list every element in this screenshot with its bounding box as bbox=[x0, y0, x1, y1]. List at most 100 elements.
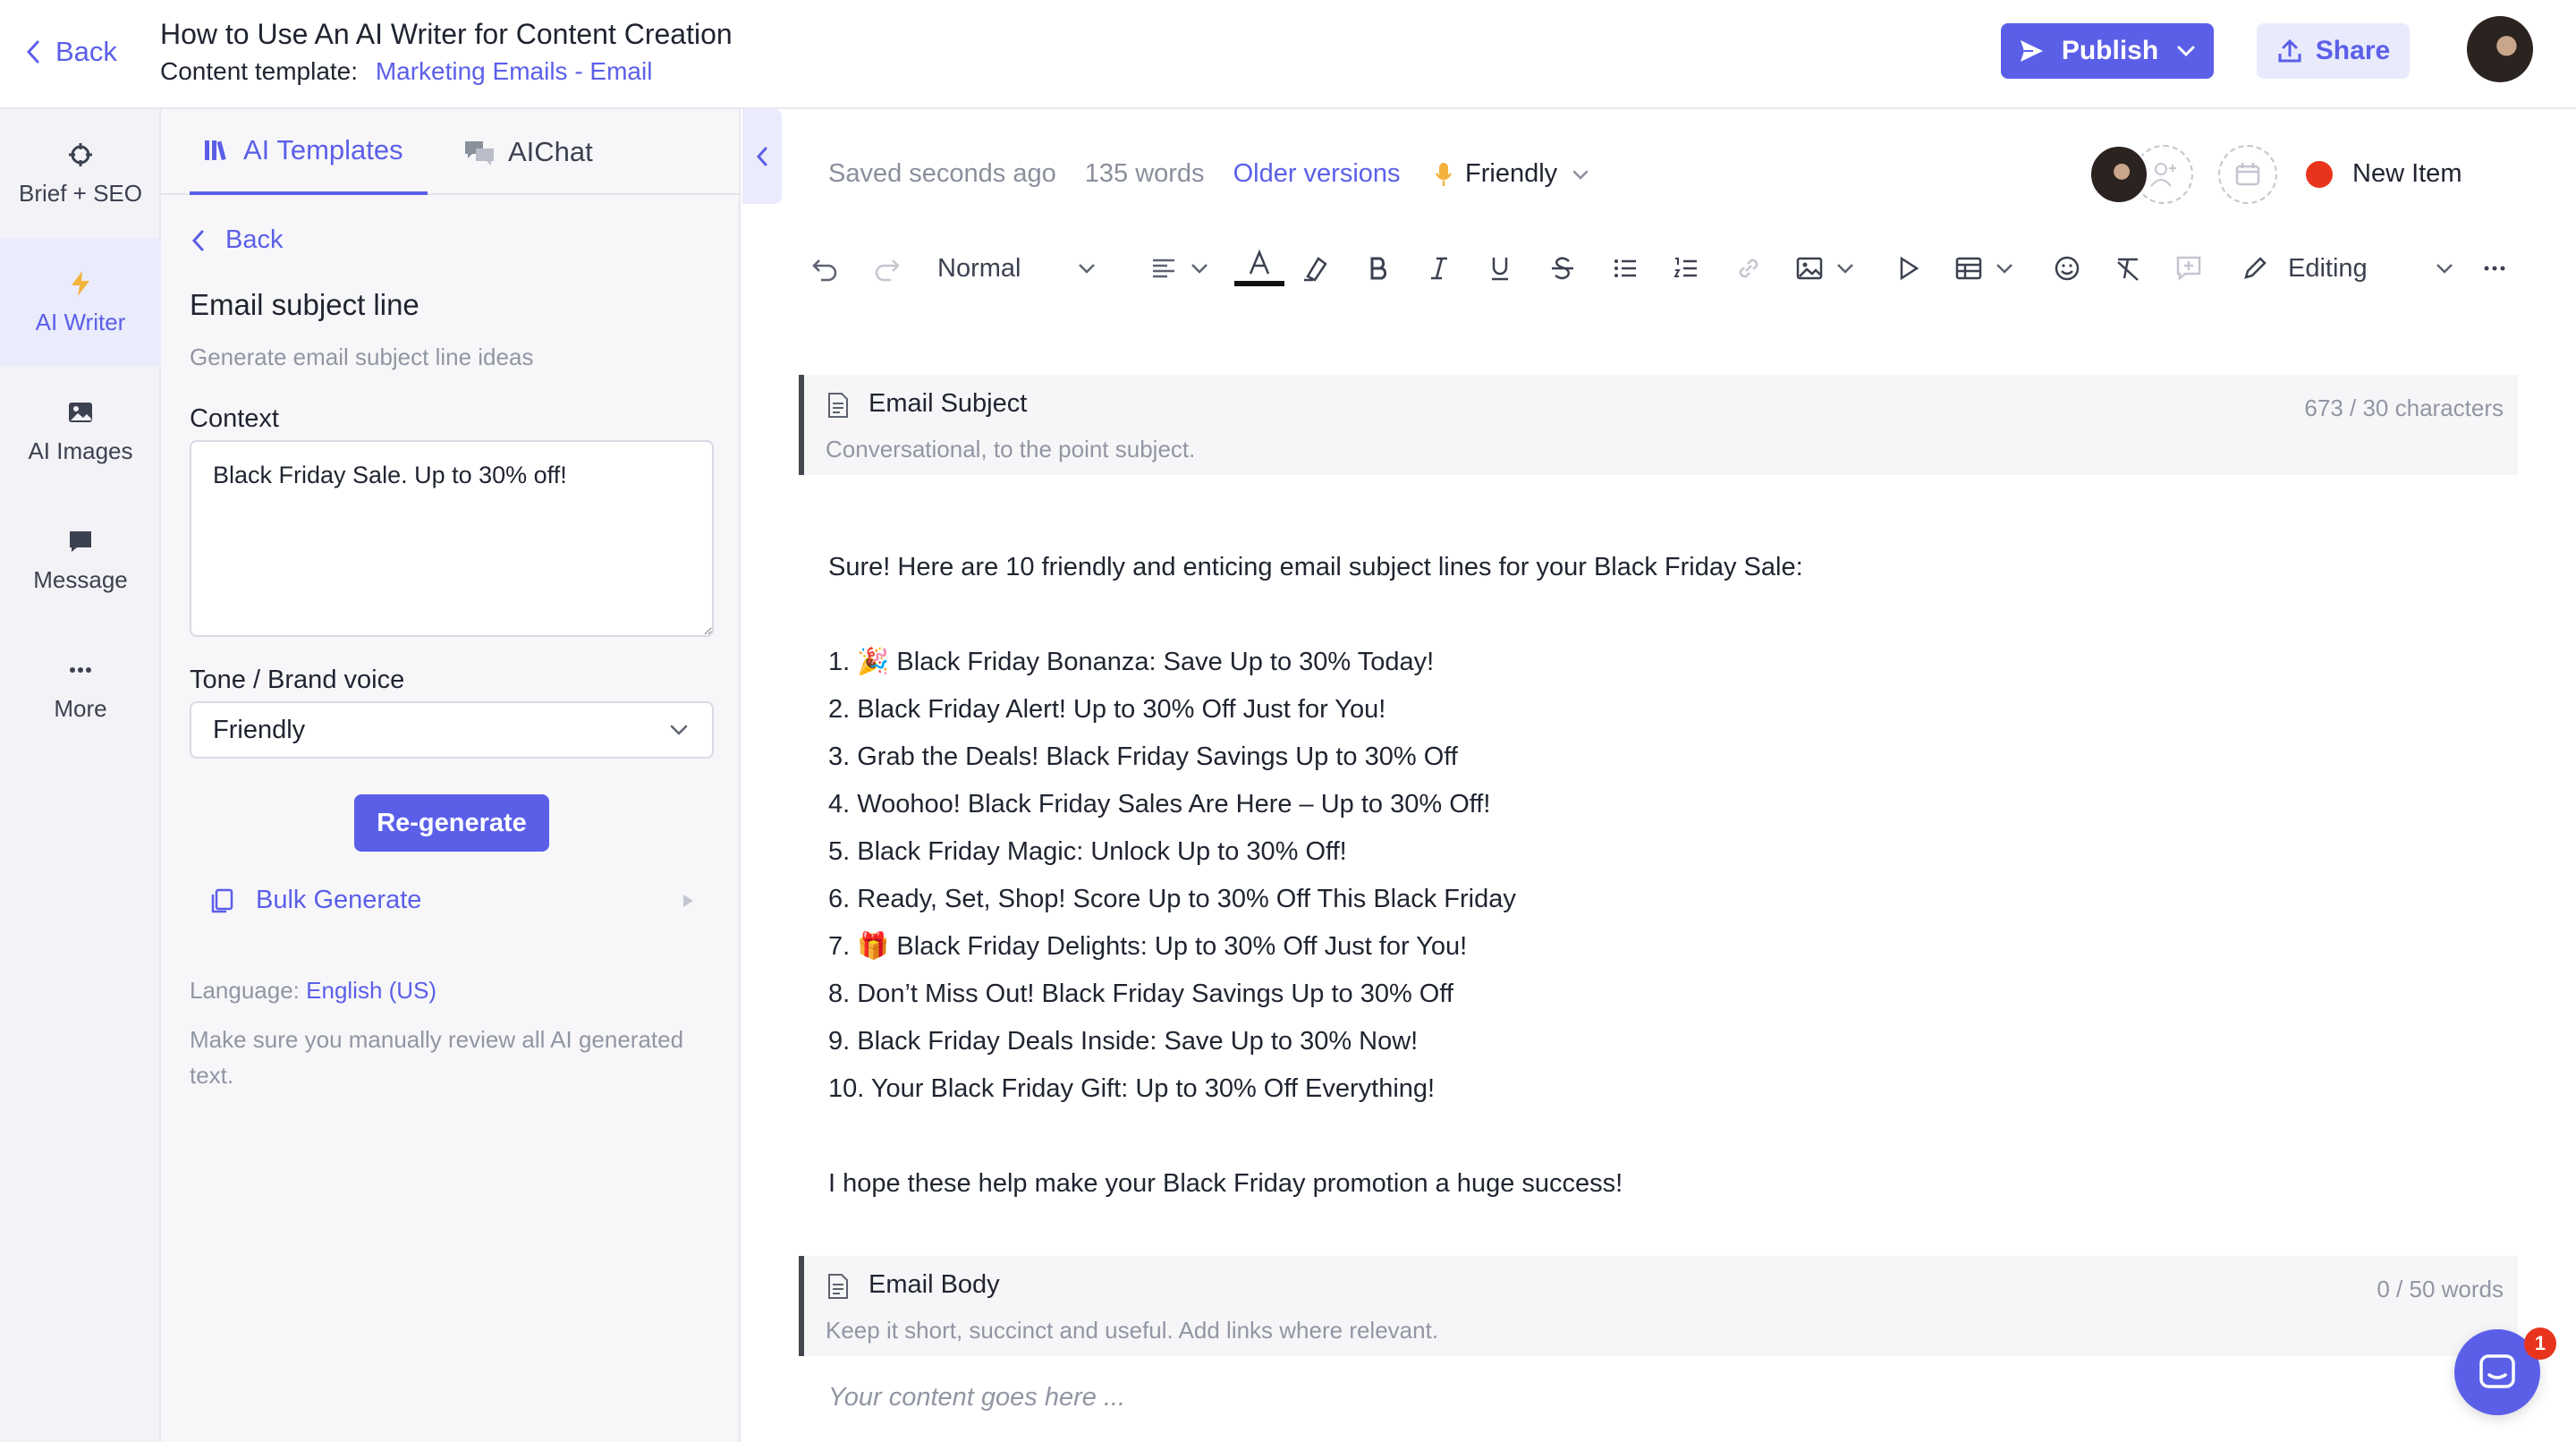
copy-icon bbox=[211, 888, 233, 912]
schedule-button[interactable] bbox=[2218, 145, 2277, 204]
rail-item-brief-seo[interactable]: Brief + SEO bbox=[0, 109, 161, 238]
add-user-icon bbox=[2150, 163, 2176, 187]
more-options-button[interactable] bbox=[2479, 250, 2510, 286]
language-value[interactable]: English (US) bbox=[306, 977, 436, 1004]
align-left-icon bbox=[1153, 259, 1174, 278]
undo-button[interactable] bbox=[810, 250, 841, 286]
rail-item-ai-writer[interactable]: AI Writer bbox=[0, 238, 161, 367]
chat-icon bbox=[2479, 1354, 2515, 1388]
tone-dropdown[interactable]: Friendly bbox=[1435, 159, 1591, 189]
table-icon bbox=[1955, 257, 1982, 280]
highlight-button[interactable] bbox=[1301, 250, 1331, 286]
rail-label: More bbox=[54, 694, 107, 722]
status-new-item[interactable]: New Item bbox=[2306, 159, 2462, 189]
upload-icon bbox=[2278, 38, 2301, 63]
ai-templates-panel: AI Templates AIChat Back Email subject l… bbox=[161, 109, 741, 1442]
tab-aichat[interactable]: AIChat bbox=[463, 109, 593, 195]
left-rail: Brief + SEO AI Writer AI Images Message … bbox=[0, 109, 161, 1442]
media-button[interactable] bbox=[1893, 250, 1923, 286]
link-icon bbox=[1739, 259, 1758, 278]
notification-badge: 1 bbox=[2524, 1327, 2556, 1360]
chevron-left-icon bbox=[26, 40, 39, 64]
older-versions-link[interactable]: Older versions bbox=[1233, 159, 1401, 189]
body-placeholder[interactable]: Your content goes here ... bbox=[828, 1383, 1125, 1412]
email-body-block[interactable]: Email Body Keep it short, succinct and u… bbox=[799, 1256, 2518, 1356]
editor-status: Saved seconds ago 135 words Older versio… bbox=[828, 159, 1401, 189]
align-dropdown[interactable] bbox=[1148, 250, 1211, 286]
text-color-button[interactable] bbox=[1234, 249, 1284, 286]
saved-status: Saved seconds ago bbox=[828, 159, 1056, 188]
redo-button[interactable] bbox=[871, 250, 902, 286]
bullet-list-button[interactable] bbox=[1610, 250, 1640, 286]
list-item: 9. Black Friday Deals Inside: Save Up to… bbox=[828, 1027, 1419, 1056]
comment-button[interactable] bbox=[2174, 250, 2204, 286]
publish-button[interactable]: Publish bbox=[2001, 23, 2214, 79]
email-subject-block[interactable]: Email Subject Conversational, to the poi… bbox=[799, 375, 2518, 475]
tab-ai-templates[interactable]: AI Templates bbox=[190, 109, 428, 195]
strikethrough-button[interactable] bbox=[1547, 250, 1578, 286]
tone-label: Tone / Brand voice bbox=[190, 666, 405, 694]
clear-format-icon bbox=[2117, 258, 2139, 281]
image-dropdown[interactable] bbox=[1794, 250, 1857, 286]
chevron-down-icon bbox=[1996, 264, 2012, 274]
template-label: Content template: bbox=[160, 57, 359, 85]
italic-icon bbox=[1431, 257, 1447, 280]
block-style-select[interactable]: Normal bbox=[937, 250, 1098, 286]
link-button[interactable] bbox=[1733, 250, 1764, 286]
regenerate-button[interactable]: Re-generate bbox=[354, 794, 549, 852]
chevron-down-icon bbox=[2436, 264, 2453, 274]
bulk-generate-button[interactable]: Bulk Generate bbox=[209, 886, 696, 915]
publish-label: Publish bbox=[2061, 36, 2159, 65]
more-icon bbox=[70, 666, 91, 673]
user-avatar[interactable] bbox=[2467, 16, 2533, 82]
rail-item-ai-images[interactable]: AI Images bbox=[0, 367, 161, 496]
template-title: Email subject line bbox=[190, 288, 419, 321]
numbered-list-button[interactable] bbox=[1671, 250, 1701, 286]
block-subtitle: Keep it short, succinct and useful. Add … bbox=[826, 1317, 1439, 1344]
template-link[interactable]: Marketing Emails - Email bbox=[376, 57, 653, 85]
emoji-button[interactable] bbox=[2052, 250, 2082, 286]
list-item: 3. Grab the Deals! Black Friday Savings … bbox=[828, 742, 1458, 771]
italic-button[interactable] bbox=[1424, 250, 1454, 286]
chevron-down-icon bbox=[1572, 170, 1589, 180]
formatting-toolbar: Normal Editing bbox=[809, 242, 2508, 295]
document-icon bbox=[828, 1274, 848, 1299]
tone-select[interactable]: Friendly bbox=[190, 701, 714, 759]
underline-button[interactable] bbox=[1485, 250, 1515, 286]
editing-mode-select[interactable]: Editing bbox=[2240, 250, 2456, 286]
back-label: Back bbox=[55, 36, 117, 67]
tab-label: AI Templates bbox=[243, 134, 403, 165]
bold-icon bbox=[1370, 257, 1387, 280]
intro-line: Sure! Here are 10 friendly and enticing … bbox=[828, 553, 1803, 581]
outro-line: I hope these help make your Black Friday… bbox=[828, 1169, 1623, 1198]
underline-icon bbox=[1492, 258, 1508, 281]
back-button[interactable]: Back bbox=[23, 36, 117, 68]
rail-item-message[interactable]: Message bbox=[0, 496, 161, 624]
generated-content[interactable]: Sure! Here are 10 friendly and enticing … bbox=[828, 544, 1803, 1208]
context-input[interactable]: Black Friday Sale. Up to 30% off! bbox=[190, 440, 714, 637]
insert-image-icon bbox=[1796, 257, 1823, 280]
rail-item-more[interactable]: More bbox=[0, 624, 161, 753]
context-label: Context bbox=[190, 404, 279, 433]
add-comment-icon bbox=[2176, 256, 2201, 281]
share-button[interactable]: Share bbox=[2257, 23, 2410, 79]
emoji-icon bbox=[2055, 256, 2080, 281]
template-subtitle: Generate email subject line ideas bbox=[190, 344, 534, 370]
list-item: 10. Your Black Friday Gift: Up to 30% Of… bbox=[828, 1074, 1436, 1103]
status-dot bbox=[2306, 160, 2333, 188]
more-icon bbox=[2484, 266, 2505, 271]
panel-back-button[interactable]: Back bbox=[190, 225, 283, 255]
list-item: 6. Ready, Set, Shop! Score Up to 30% Off… bbox=[828, 885, 1516, 913]
collapse-panel-button[interactable] bbox=[742, 109, 782, 204]
bold-button[interactable] bbox=[1363, 250, 1394, 286]
chevron-down-icon bbox=[670, 725, 688, 735]
strikethrough-icon bbox=[1552, 257, 1573, 280]
image-icon bbox=[69, 402, 92, 422]
collaborator-avatar[interactable] bbox=[2089, 145, 2148, 204]
clear-format-button[interactable] bbox=[2113, 250, 2143, 286]
list-item: 2. Black Friday Alert! Up to 30% Off Jus… bbox=[828, 695, 1386, 724]
table-dropdown[interactable] bbox=[1953, 250, 2016, 286]
redo-icon bbox=[875, 259, 900, 282]
